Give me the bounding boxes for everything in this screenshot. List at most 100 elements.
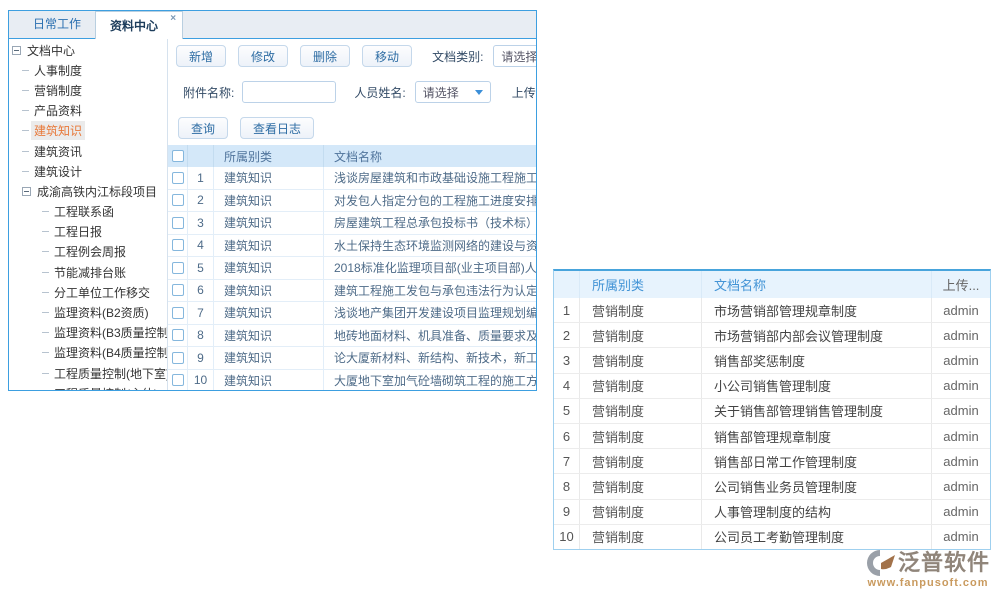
table-row[interactable]: 3 建筑知识 房屋建筑工程总承包投标书（技术标）... bbox=[168, 212, 536, 235]
table-row[interactable]: 2 营销制度 市场营销部内部会议管理制度 admin bbox=[554, 323, 990, 348]
table-row[interactable]: 8 营销制度 公司销售业务员管理制度 admin bbox=[554, 474, 990, 499]
table-row[interactable]: 8 建筑知识 地砖地面材料、机具准备、质量要求及... bbox=[168, 325, 536, 348]
row-checkbox[interactable] bbox=[172, 217, 184, 229]
tree-item[interactable]: 分工单位工作移交 bbox=[9, 282, 167, 302]
row-category: 建筑知识 bbox=[214, 235, 324, 257]
table-row[interactable]: 5 建筑知识 2018标准化监理项目部(业主项目部)人员... bbox=[168, 257, 536, 280]
row-checkbox[interactable] bbox=[172, 262, 184, 274]
collapse-icon[interactable] bbox=[12, 46, 21, 55]
edit-button[interactable]: 修改 bbox=[238, 45, 288, 67]
query-button[interactable]: 查询 bbox=[178, 117, 228, 139]
row-checkbox[interactable] bbox=[172, 374, 184, 386]
row-category: 营销制度 bbox=[580, 298, 702, 322]
tab-data-center[interactable]: 资料中心 × bbox=[95, 11, 183, 39]
collapse-icon[interactable] bbox=[22, 187, 31, 196]
row-checkbox[interactable] bbox=[172, 329, 184, 341]
view-log-button[interactable]: 查看日志 bbox=[240, 117, 314, 139]
tree-item[interactable]: 监理资料(B3质量控制) bbox=[9, 323, 167, 343]
row-checkbox[interactable] bbox=[172, 194, 184, 206]
doc-category-value: 请选择 bbox=[501, 48, 536, 65]
row-category: 建筑知识 bbox=[214, 190, 324, 212]
tree-item[interactable]: 营销制度 bbox=[9, 80, 167, 100]
attachment-name-label: 附件名称: bbox=[183, 84, 234, 101]
row-index: 3 bbox=[554, 348, 580, 372]
row-checkbox[interactable] bbox=[172, 239, 184, 251]
table-row[interactable]: 3 营销制度 销售部奖惩制度 admin bbox=[554, 348, 990, 373]
select-all-checkbox[interactable] bbox=[172, 150, 184, 162]
row-doc-name: 建筑工程施工发包与承包违法行为认定... bbox=[324, 280, 536, 302]
row-checkbox[interactable] bbox=[172, 307, 184, 319]
tree-connector bbox=[22, 90, 29, 91]
table-row[interactable]: 10 建筑知识 大厦地下室加气砼墙砌筑工程的施工方... bbox=[168, 370, 536, 391]
tree-item[interactable]: 监理资料(B2资质) bbox=[9, 302, 167, 322]
toolbar-row-1: 新增 修改 删除 移动 文档类别: 请选择 文档名称 bbox=[168, 45, 536, 67]
table-row[interactable]: 5 营销制度 关于销售部管理销售管理制度 admin bbox=[554, 399, 990, 424]
tree-item[interactable]: 建筑资讯 bbox=[9, 141, 167, 161]
row-category: 营销制度 bbox=[580, 525, 702, 549]
logo-text: 泛普软件 bbox=[898, 550, 990, 576]
add-button[interactable]: 新增 bbox=[176, 45, 226, 67]
table-row[interactable]: 10 营销制度 公司员工考勤管理制度 admin bbox=[554, 525, 990, 550]
tree-item[interactable]: 节能减排台账 bbox=[9, 262, 167, 282]
table-row[interactable]: 1 营销制度 市场营销部管理规章制度 admin bbox=[554, 298, 990, 323]
tree-item[interactable]: 工程联系函 bbox=[9, 202, 167, 222]
tree-item[interactable]: 成渝高铁内江标段项目 bbox=[9, 181, 167, 201]
tree-item-label: 分工单位工作移交 bbox=[51, 283, 153, 302]
toolbar-row-3: 查询 查看日志 bbox=[168, 117, 536, 139]
table-row[interactable]: 7 营销制度 销售部日常工作管理制度 admin bbox=[554, 449, 990, 474]
tree-item-label: 工程质量控制(地下室) bbox=[51, 364, 168, 383]
row-category: 建筑知识 bbox=[214, 257, 324, 279]
row-checkbox[interactable] bbox=[172, 284, 184, 296]
tree-item-label: 监理资料(B4质量控制) bbox=[51, 343, 168, 362]
fanpu-logo: 泛普软件 www.fanpusoft.com bbox=[860, 549, 996, 589]
attachment-name-input[interactable] bbox=[242, 81, 336, 103]
table-row[interactable]: 9 建筑知识 论大厦新材料、新结构、新技术，新工... bbox=[168, 347, 536, 370]
close-icon[interactable]: × bbox=[170, 13, 176, 25]
delete-button[interactable]: 删除 bbox=[300, 45, 350, 67]
tree-item[interactable]: 监理资料(B4质量控制) bbox=[9, 343, 167, 363]
row-uploader: admin bbox=[932, 348, 990, 372]
table-row[interactable]: 4 建筑知识 水土保持生态环境监测网络的建设与资... bbox=[168, 235, 536, 258]
table-row[interactable]: 1 建筑知识 浅谈房屋建筑和市政基础设施工程施工... bbox=[168, 167, 536, 190]
table-row[interactable]: 6 建筑知识 建筑工程施工发包与承包违法行为认定... bbox=[168, 280, 536, 303]
row-uploader: admin bbox=[932, 525, 990, 549]
fanpu-logo-icon bbox=[866, 549, 896, 577]
tree-item[interactable]: 建筑设计 bbox=[9, 161, 167, 181]
tree-item-label: 成渝高铁内江标段项目 bbox=[34, 182, 160, 201]
tree-item[interactable]: 工程质量控制(地下室) bbox=[9, 363, 167, 383]
row-doc-name: 房屋建筑工程总承包投标书（技术标）... bbox=[324, 212, 536, 234]
row-index: 7 bbox=[554, 449, 580, 473]
tree-connector bbox=[42, 231, 49, 232]
tree-item[interactable]: 建筑知识 bbox=[9, 121, 167, 141]
tree-connector bbox=[42, 352, 49, 353]
row-doc-name: 关于销售部管理销售管理制度 bbox=[702, 399, 932, 423]
table-row[interactable]: 4 营销制度 小公司销售管理制度 admin bbox=[554, 374, 990, 399]
row-index: 2 bbox=[554, 323, 580, 347]
doc-category-select[interactable]: 请选择 bbox=[493, 45, 536, 67]
panel-body: 文档中心 人事制度 营销制度 产品资料 建筑知识 建筑资讯 建筑设计 成渝高铁内… bbox=[9, 39, 536, 390]
doc-name-column-header: 文档名称 bbox=[702, 271, 932, 298]
row-checkbox[interactable] bbox=[172, 172, 184, 184]
tree-connector bbox=[22, 70, 29, 71]
tree-item[interactable]: 工程例会周报 bbox=[9, 242, 167, 262]
tab-bar: 日常工作 资料中心 × bbox=[9, 11, 536, 39]
tree-item-label: 监理资料(B3质量控制) bbox=[51, 323, 168, 342]
table-row[interactable]: 9 营销制度 人事管理制度的结构 admin bbox=[554, 500, 990, 525]
row-checkbox[interactable] bbox=[172, 352, 184, 364]
tree-item[interactable]: 工程质量控制(主体) bbox=[9, 383, 167, 390]
tab-daily-work[interactable]: 日常工作 bbox=[19, 11, 95, 38]
tree-item[interactable]: 人事制度 bbox=[9, 60, 167, 80]
tree-connector bbox=[42, 211, 49, 212]
toolbar-row-2: 附件名称: 人员姓名: 请选择 上传日期 bbox=[168, 81, 536, 103]
table-row[interactable]: 2 建筑知识 对发包人指定分包的工程施工进度安排... bbox=[168, 190, 536, 213]
table-row[interactable]: 6 营销制度 销售部管理规章制度 admin bbox=[554, 424, 990, 449]
tree-connector bbox=[22, 110, 29, 111]
move-button[interactable]: 移动 bbox=[362, 45, 412, 67]
document-center-window: 日常工作 资料中心 × 文档中心 人事制度 营销制度 产品资料 建筑知识 建筑资… bbox=[8, 10, 537, 391]
tree-item[interactable]: 产品资料 bbox=[9, 101, 167, 121]
person-name-select[interactable]: 请选择 bbox=[415, 81, 491, 103]
table-row[interactable]: 7 建筑知识 浅谈地产集团开发建设项目监理规划编... bbox=[168, 302, 536, 325]
tree-item-label: 工程质量控制(主体) bbox=[51, 384, 161, 390]
tree-item[interactable]: 工程日报 bbox=[9, 222, 167, 242]
tree-item[interactable]: 文档中心 bbox=[9, 40, 167, 60]
